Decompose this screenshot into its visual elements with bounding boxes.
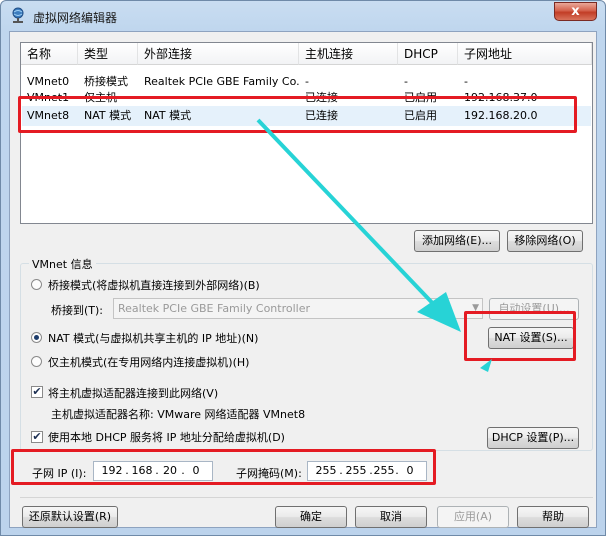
network-list[interactable]: 名称 类型 外部连接 主机连接 DHCP 子网地址 VMnet0 桥接模式 Re… <box>20 42 593 224</box>
host-only-radio[interactable] <box>31 356 42 367</box>
host-only-label[interactable]: 仅主机模式(在专用网络内连接虚拟机)(H) <box>48 354 249 370</box>
row-subnet: - <box>464 75 468 88</box>
row-external: Realtek PCIe GBE Family Co... <box>144 75 299 88</box>
dhcp-settings-button[interactable]: DHCP 设置(P)... <box>487 427 579 449</box>
row-dhcp: - <box>404 75 408 88</box>
row-type: 桥接模式 <box>84 75 128 88</box>
title-bar[interactable]: 虚拟网络编辑器 x <box>1 1 605 31</box>
add-network-button[interactable]: 添加网络(E)... <box>414 230 500 252</box>
ok-button[interactable]: 确定 <box>275 506 347 528</box>
bridge-mode-label[interactable]: 桥接模式(将虚拟机直接连接到外部网络)(B) <box>48 277 260 293</box>
bridged-to-select[interactable]: Realtek PCIe GBE Family Controller ▼ <box>113 298 483 319</box>
column-header-external[interactable]: 外部连接 <box>138 43 299 65</box>
remove-network-button[interactable]: 移除网络(O) <box>507 230 583 252</box>
highlight-box-subnet <box>11 449 436 485</box>
highlight-box-vmnet8-row <box>18 96 577 133</box>
bridged-to-value: Realtek PCIe GBE Family Controller <box>118 302 311 315</box>
window-title: 虚拟网络编辑器 <box>33 11 118 25</box>
help-button[interactable]: 帮助 <box>517 506 589 528</box>
vmnet-info-title: VMnet 信息 <box>29 256 96 272</box>
restore-defaults-button[interactable]: 还原默认设置(R) <box>22 506 118 528</box>
bridged-to-label: 桥接到(T): <box>51 304 104 317</box>
network-globe-icon <box>12 7 24 23</box>
cancel-button[interactable]: 取消 <box>355 506 427 528</box>
close-button[interactable]: x <box>554 2 597 21</box>
row-name: VMnet0 <box>27 75 70 88</box>
footer-divider <box>20 497 593 498</box>
use-dhcp-label[interactable]: 使用本地 DHCP 服务将 IP 地址分配给虚拟机(D) <box>48 429 285 445</box>
column-header-host[interactable]: 主机连接 <box>299 43 398 65</box>
adapter-name-text: 主机虚拟适配器名称: VMware 网络适配器 VMnet8 <box>51 408 306 421</box>
column-header-name[interactable]: 名称 <box>21 43 78 65</box>
apply-button[interactable]: 应用(A) <box>437 506 509 528</box>
connect-adapter-checkbox[interactable]: ✔ <box>31 386 43 398</box>
nat-mode-label[interactable]: NAT 模式(与虚拟机共享主机的 IP 地址)(N) <box>48 330 258 346</box>
nat-mode-radio[interactable] <box>31 332 42 343</box>
row-host: - <box>305 75 309 88</box>
use-dhcp-checkbox[interactable]: ✔ <box>31 431 43 443</box>
column-header-subnet[interactable]: 子网地址 <box>458 43 592 65</box>
highlight-box-nat-settings <box>464 311 576 361</box>
column-header-type[interactable]: 类型 <box>78 43 138 65</box>
bridge-mode-radio[interactable] <box>31 279 42 290</box>
connect-adapter-label[interactable]: 将主机虚拟适配器连接到此网络(V) <box>48 385 218 401</box>
column-header-dhcp[interactable]: DHCP <box>398 43 458 65</box>
